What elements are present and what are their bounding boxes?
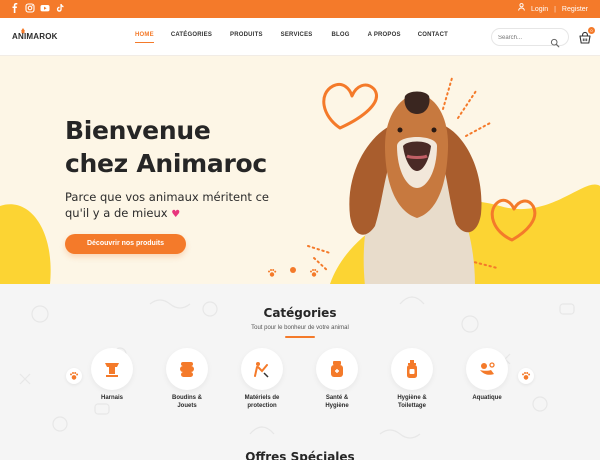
paw-right-icon <box>522 372 531 380</box>
heart-icon: ♥ <box>171 209 181 220</box>
carousel-prev-button[interactable] <box>66 368 82 384</box>
category-label: Matériels de protection <box>244 395 280 409</box>
register-link[interactable]: Register <box>562 4 588 15</box>
paw-left-icon <box>70 372 79 380</box>
slider-dot-active[interactable] <box>290 267 296 273</box>
category-harnais[interactable]: Harnais <box>82 348 142 403</box>
category-icon-circle <box>241 348 283 390</box>
category-icon-circle <box>466 348 508 390</box>
hero-subtitle-line2: qu'il y a de mieux <box>65 206 168 220</box>
hero-slider-dots <box>266 264 320 277</box>
user-icon <box>518 3 525 15</box>
category-label: Santé & Hygiène <box>325 395 349 409</box>
category-hygiene-toilettage[interactable]: Hygiène & Toilettage <box>382 348 442 410</box>
categories-title: Catégories <box>263 306 337 320</box>
hero-dog-image <box>349 91 482 284</box>
facebook-icon[interactable] <box>10 3 20 13</box>
social-links <box>10 3 65 13</box>
auth-separator: | <box>554 5 556 13</box>
nav-services[interactable]: SERVICES <box>281 32 313 43</box>
discover-products-button[interactable]: Découvrir nos produits <box>65 234 186 254</box>
category-boudins-jouets[interactable]: Boudins & Jouets <box>157 348 217 410</box>
auth-links: Login | Register <box>518 3 588 15</box>
aquatic-icon <box>480 362 495 375</box>
hero-banner: Bienvenue chez Animaroc Parce que vos an… <box>0 56 600 284</box>
nav-products[interactable]: PRODUITS <box>230 32 263 43</box>
search-box <box>491 28 569 48</box>
slider-dot-paw-icon[interactable] <box>266 264 278 277</box>
search-input[interactable] <box>498 32 550 43</box>
category-materiels-protection[interactable]: Matériels de protection <box>232 348 292 410</box>
categories-section: Catégories Tout pour le bonheur de votre… <box>0 284 600 460</box>
site-header: ANIMAROK HOME CATÉGORIES PRODUITS SERVIC… <box>0 18 600 56</box>
category-aquatique[interactable]: Aquatique <box>457 348 517 403</box>
categories-tagline: Tout pour le bonheur de votre animal <box>251 325 349 331</box>
category-icon-circle <box>316 348 358 390</box>
tiktok-icon[interactable] <box>55 3 65 13</box>
site-logo[interactable]: ANIMAROK <box>12 27 57 49</box>
slider-dot-paw-icon[interactable] <box>308 264 320 277</box>
top-bar: Login | Register <box>0 0 600 18</box>
category-label: Hygiène & Toilettage <box>397 395 427 409</box>
cart-button[interactable]: 0 <box>578 27 595 44</box>
youtube-icon[interactable] <box>40 3 50 13</box>
category-label: Harnais <box>100 395 123 401</box>
category-icon-circle <box>91 348 133 390</box>
category-sante-hygiene[interactable]: Santé & Hygiène <box>307 348 367 410</box>
health-icon <box>331 361 343 377</box>
cart-count-badge: 0 <box>588 27 595 34</box>
hero-title-line2: chez Animaroc <box>65 149 267 178</box>
category-icon-circle <box>391 348 433 390</box>
category-icon-circle <box>166 348 208 390</box>
hero-title-line1: Bienvenue <box>65 116 211 145</box>
instagram-icon[interactable] <box>25 3 35 13</box>
nav-blog[interactable]: BLOG <box>332 32 350 43</box>
category-label: Aquatique <box>472 395 502 401</box>
nav-home[interactable]: HOME <box>135 32 154 43</box>
hero-subtitle-line1: Parce que vos animaux méritent ce <box>65 190 269 204</box>
main-nav: HOME CATÉGORIES PRODUITS SERVICES BLOG A… <box>135 32 448 43</box>
special-offers-title: Offres Spéciales <box>245 450 355 460</box>
toy-icon <box>180 362 194 377</box>
nav-about[interactable]: A PROPOS <box>368 32 401 43</box>
carousel-next-button[interactable] <box>518 368 534 384</box>
title-underline <box>285 336 315 338</box>
login-link[interactable]: Login <box>531 4 548 15</box>
harness-icon <box>105 363 119 377</box>
logo-text: ANIMAROK <box>12 32 58 41</box>
search-icon[interactable] <box>550 33 560 48</box>
nav-categories[interactable]: CATÉGORIES <box>171 32 212 43</box>
protection-icon <box>254 362 269 378</box>
category-label: Boudins & Jouets <box>172 395 202 409</box>
hero-title: Bienvenue chez Animaroc <box>65 114 345 180</box>
nav-contact[interactable]: CONTACT <box>418 32 448 43</box>
grooming-icon <box>407 360 417 378</box>
hero-subtitle: Parce que vos animaux méritent ce qu'il … <box>65 189 305 223</box>
